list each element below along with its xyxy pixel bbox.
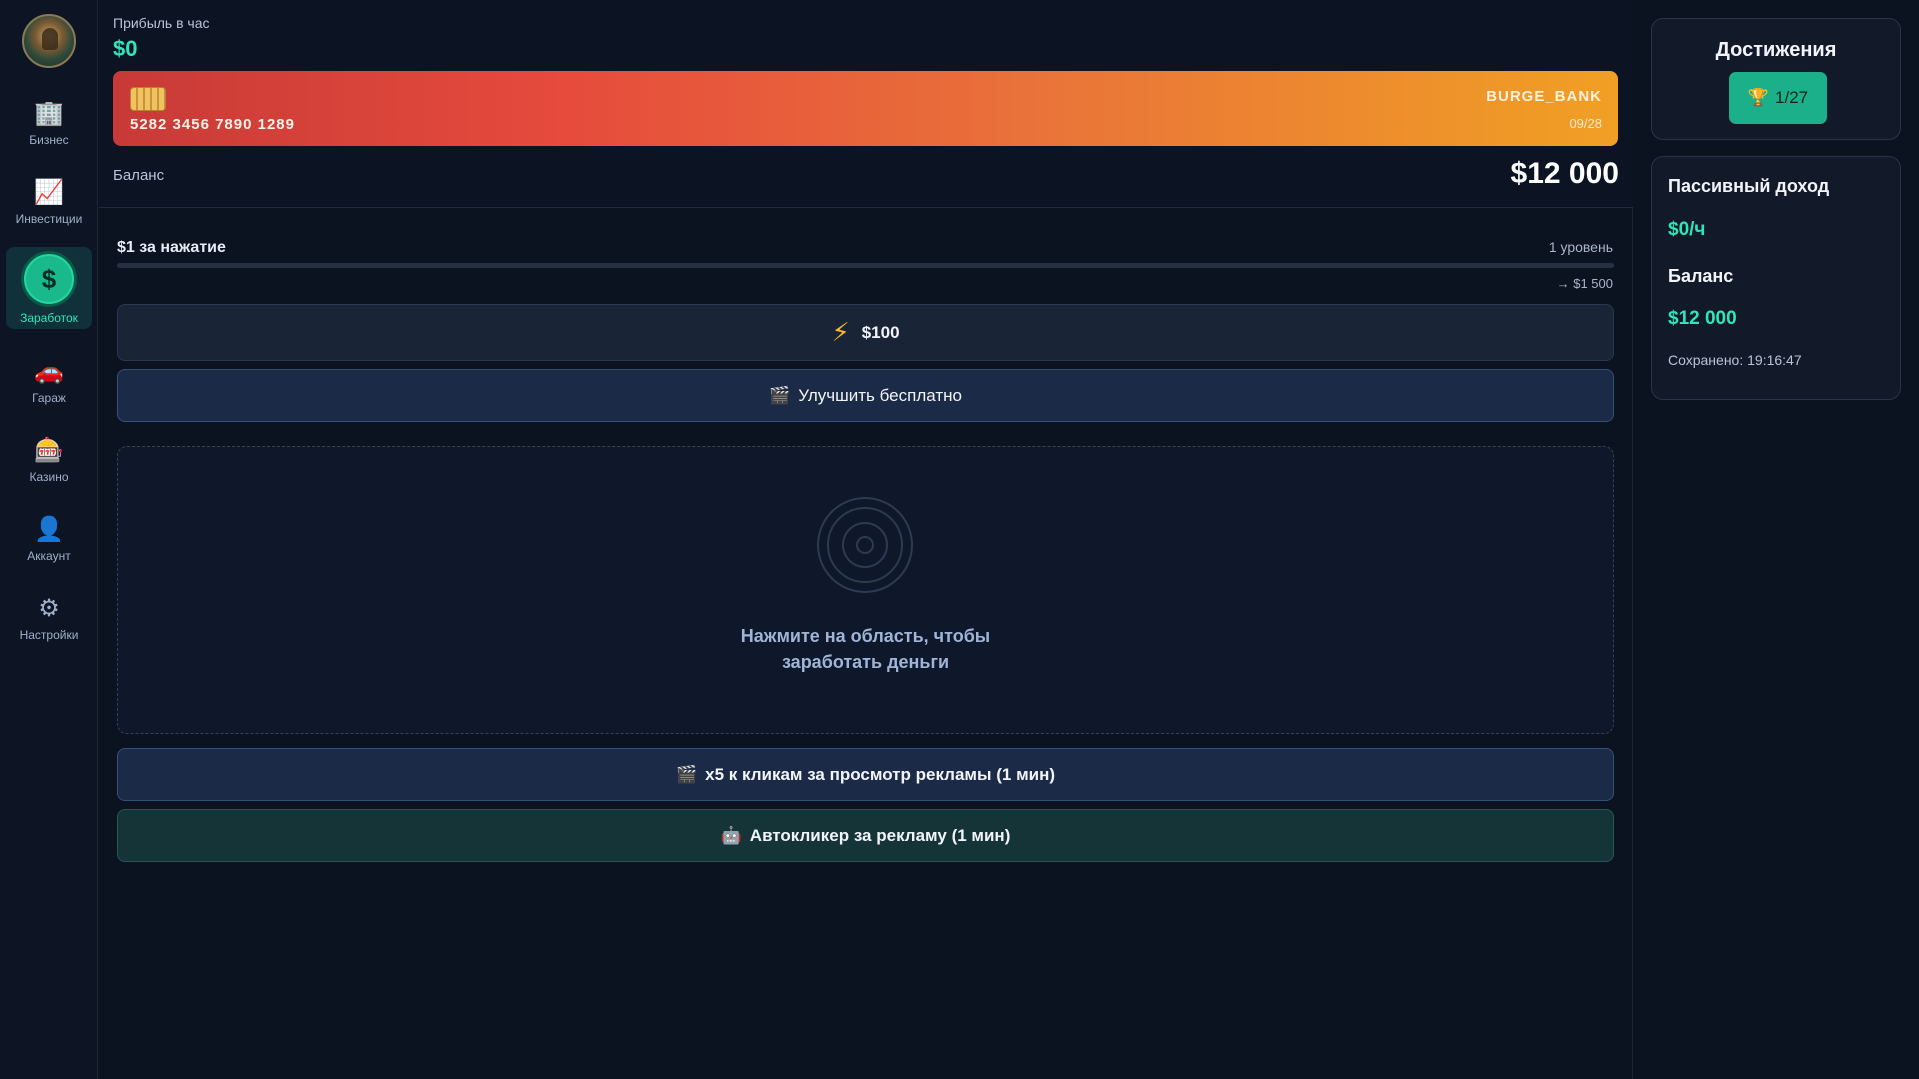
trophy-icon: 🏆 xyxy=(1747,88,1770,107)
lightning-icon: ⚡ xyxy=(831,317,850,347)
balance-header: Прибыль в час $0 5282 3456 7890 1289 BUR… xyxy=(99,0,1633,208)
achievements-count: 1/27 xyxy=(1775,88,1809,107)
clapperboard-icon: 🎬 xyxy=(769,385,791,405)
sidebar-item-label: Заработок xyxy=(20,311,78,325)
bank-name: BURGE_BANK xyxy=(1486,88,1602,105)
achievements-card: Достижения 🏆 1/27 xyxy=(1651,18,1901,140)
passive-balance-title: Баланс xyxy=(1668,266,1734,286)
sidebar-item-investments[interactable]: 📈 Инвестиции xyxy=(6,167,92,237)
car-icon: 🚗 xyxy=(34,358,64,385)
building-icon: 🏢 xyxy=(34,100,64,127)
clapperboard-icon: 🎬 xyxy=(675,764,698,784)
autoclicker-label: Автокликер за рекламу (1 мин) xyxy=(749,825,1011,845)
autoclicker-button[interactable]: 🤖 Автокликер за рекламу (1 мин) xyxy=(117,809,1614,862)
gear-icon: ⚙ xyxy=(38,595,60,622)
click-area-hint-line: заработать деньги xyxy=(781,652,950,672)
free-upgrade-button[interactable]: 🎬 Улучшить бесплатно xyxy=(117,369,1614,422)
chart-icon: 📈 xyxy=(34,179,64,206)
balance-value: $12 000 xyxy=(1510,157,1619,190)
passive-income-card: Пассивный доход $0/ч Баланс $12 000 Сохр… xyxy=(1651,156,1901,400)
user-icon: 👤 xyxy=(34,516,64,543)
upgrade-price: $100 xyxy=(861,322,900,342)
sidebar-item-label: Гараж xyxy=(32,391,66,405)
level-progress-bar xyxy=(117,263,1614,268)
bank-card: 5282 3456 7890 1289 BURGE_BANK 09/28 xyxy=(113,71,1618,146)
passive-balance-value: $12 000 xyxy=(1668,308,1737,329)
right-panel: Достижения 🏆 1/27 Пассивный доход $0/ч Б… xyxy=(1634,0,1919,1079)
next-level-cost: → $1 500 xyxy=(1556,276,1613,291)
sidebar-item-account[interactable]: 👤 Аккаунт xyxy=(6,504,92,574)
passive-income-value: $0/ч xyxy=(1668,219,1706,240)
click-area[interactable]: Нажмите на область, чтобы заработать ден… xyxy=(117,446,1614,734)
sidebar-item-label: Аккаунт xyxy=(27,549,71,563)
click-area-hint: Нажмите на область, чтобы заработать ден… xyxy=(118,623,1613,675)
sidebar-item-label: Инвестиции xyxy=(15,212,83,226)
card-expiry: 09/28 xyxy=(1569,116,1602,131)
passive-income-title: Пассивный доход xyxy=(1668,176,1830,196)
card-number: 5282 3456 7890 1289 xyxy=(130,116,295,133)
sidebar-item-casino[interactable]: 🎰 Казино xyxy=(6,425,92,495)
upgrade-button[interactable]: ⚡ $100 xyxy=(117,304,1614,361)
sidebar-item-label: Бизнес xyxy=(29,133,69,147)
click-rate: $1 за нажатие xyxy=(117,239,226,256)
target-icon xyxy=(817,497,913,593)
robot-icon: 🤖 xyxy=(720,825,742,845)
click-area-hint-line: Нажмите на область, чтобы xyxy=(740,626,991,646)
level-label: 1 уровень xyxy=(1548,239,1613,255)
dollar-icon: $ xyxy=(21,251,77,307)
ad-multiplier-label: x5 к кликам за просмотр рекламы (1 мин) xyxy=(705,764,1056,784)
sidebar-item-garage[interactable]: 🚗 Гараж xyxy=(6,346,92,416)
profit-value: $0 xyxy=(113,36,138,61)
sidebar-item-label: Настройки xyxy=(19,628,79,642)
sidebar: 🏢 Бизнес 📈 Инвестиции $ Заработок 🚗 Гара… xyxy=(0,0,98,1079)
sidebar-item-settings[interactable]: ⚙ Настройки xyxy=(6,583,92,653)
saved-timestamp: Сохранено: 19:16:47 xyxy=(1668,352,1802,368)
achievements-title: Достижения xyxy=(1715,39,1837,61)
sidebar-item-business[interactable]: 🏢 Бизнес xyxy=(6,88,92,158)
avatar[interactable] xyxy=(22,14,76,68)
slot-machine-icon: 🎰 xyxy=(34,437,64,464)
balance-label: Баланс xyxy=(113,167,165,184)
free-upgrade-label: Улучшить бесплатно xyxy=(798,385,962,405)
profit-label: Прибыль в час xyxy=(113,15,210,31)
sidebar-item-label: Казино xyxy=(29,470,69,484)
main-content: Прибыль в час $0 5282 3456 7890 1289 BUR… xyxy=(99,0,1633,1079)
ad-multiplier-button[interactable]: 🎬 x5 к кликам за просмотр рекламы (1 мин… xyxy=(117,748,1614,801)
achievements-button[interactable]: 🏆 1/27 xyxy=(1729,72,1827,124)
card-chip-icon xyxy=(130,87,166,111)
sidebar-item-earnings[interactable]: $ Заработок xyxy=(6,247,92,329)
